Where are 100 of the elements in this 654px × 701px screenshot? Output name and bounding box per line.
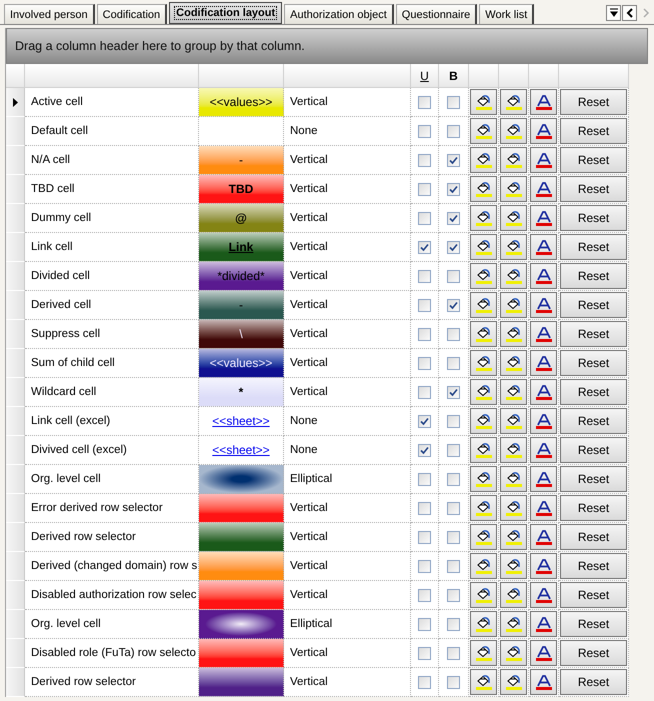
checkbox[interactable] — [447, 414, 460, 428]
font-color-button[interactable] — [530, 466, 557, 492]
back-color-button[interactable] — [470, 379, 497, 405]
checkbox[interactable] — [418, 240, 431, 254]
checkbox[interactable] — [418, 386, 431, 398]
checkbox[interactable] — [447, 588, 460, 602]
fill-color-button[interactable] — [500, 524, 527, 550]
checkbox[interactable] — [418, 96, 431, 108]
reset-button[interactable]: Reset — [560, 408, 627, 434]
font-color-button[interactable] — [530, 292, 557, 318]
back-color-button[interactable] — [470, 176, 497, 202]
back-color-button[interactable] — [470, 263, 497, 289]
fill-color-button[interactable] — [500, 495, 527, 521]
back-color-button[interactable] — [470, 292, 497, 318]
column-header[interactable]: U — [411, 64, 439, 88]
font-color-button[interactable] — [530, 89, 557, 115]
reset-button[interactable]: Reset — [560, 176, 627, 202]
back-color-button[interactable] — [470, 466, 497, 492]
back-color-button[interactable] — [470, 524, 497, 550]
checkbox[interactable] — [447, 646, 460, 660]
checkbox[interactable] — [447, 154, 460, 166]
back-color-button[interactable] — [470, 147, 497, 173]
checkbox[interactable] — [447, 386, 460, 398]
font-color-button[interactable] — [530, 118, 557, 144]
back-color-button[interactable] — [470, 669, 497, 695]
reset-button[interactable]: Reset — [560, 379, 627, 405]
tab[interactable]: Authorization object — [284, 4, 394, 24]
font-color-button[interactable] — [530, 408, 557, 434]
fill-color-button[interactable] — [500, 234, 527, 260]
checkbox[interactable] — [447, 356, 460, 370]
reset-button[interactable]: Reset — [560, 437, 627, 463]
checkbox[interactable] — [447, 328, 460, 340]
font-color-button[interactable] — [530, 321, 557, 347]
back-color-button[interactable] — [470, 640, 497, 666]
back-color-button[interactable] — [470, 437, 497, 463]
column-header[interactable]: B — [439, 64, 469, 88]
fill-color-button[interactable] — [500, 176, 527, 202]
fill-color-button[interactable] — [500, 205, 527, 231]
fill-color-button[interactable] — [500, 553, 527, 579]
reset-button[interactable]: Reset — [560, 582, 627, 608]
checkbox[interactable] — [447, 212, 460, 224]
fill-color-button[interactable] — [500, 408, 527, 434]
scroll-left-button[interactable] — [622, 5, 637, 21]
reset-button[interactable]: Reset — [560, 234, 627, 260]
back-color-button[interactable] — [470, 321, 497, 347]
tab[interactable]: Codification — [96, 4, 168, 24]
tab[interactable]: Work list — [479, 4, 534, 24]
tab[interactable]: Involved person — [4, 4, 95, 24]
fill-color-button[interactable] — [500, 321, 527, 347]
fill-color-button[interactable] — [500, 640, 527, 666]
checkbox[interactable] — [418, 560, 431, 572]
reset-button[interactable]: Reset — [560, 147, 627, 173]
reset-button[interactable]: Reset — [560, 611, 627, 637]
font-color-button[interactable] — [530, 640, 557, 666]
tab[interactable]: Codification layout — [169, 2, 282, 24]
font-color-button[interactable] — [530, 234, 557, 260]
reset-button[interactable]: Reset — [560, 292, 627, 318]
checkbox[interactable] — [447, 560, 460, 572]
checkbox[interactable] — [447, 270, 460, 282]
reset-button[interactable]: Reset — [560, 89, 627, 115]
fill-color-button[interactable] — [500, 611, 527, 637]
fill-color-button[interactable] — [500, 292, 527, 318]
checkbox[interactable] — [418, 530, 431, 544]
font-color-button[interactable] — [530, 669, 557, 695]
reset-button[interactable]: Reset — [560, 466, 627, 492]
fill-color-button[interactable] — [500, 118, 527, 144]
checkbox[interactable] — [418, 414, 431, 428]
fill-color-button[interactable] — [500, 379, 527, 405]
font-color-button[interactable] — [530, 437, 557, 463]
checkbox[interactable] — [418, 502, 431, 514]
checkbox[interactable] — [447, 182, 460, 196]
checkbox[interactable] — [418, 154, 431, 166]
reset-button[interactable]: Reset — [560, 205, 627, 231]
checkbox[interactable] — [418, 212, 431, 224]
back-color-button[interactable] — [470, 408, 497, 434]
checkbox[interactable] — [418, 618, 431, 630]
row-selector[interactable] — [6, 88, 25, 117]
checkbox[interactable] — [418, 472, 431, 486]
checkbox[interactable] — [418, 646, 431, 660]
group-by-panel[interactable]: Drag a column header here to group by that column. — [6, 28, 648, 64]
checkbox[interactable] — [447, 472, 460, 486]
font-color-button[interactable] — [530, 205, 557, 231]
reset-button[interactable]: Reset — [560, 321, 627, 347]
reset-button[interactable]: Reset — [560, 640, 627, 666]
back-color-button[interactable] — [470, 234, 497, 260]
fill-color-button[interactable] — [500, 582, 527, 608]
reset-button[interactable]: Reset — [560, 524, 627, 550]
checkbox[interactable] — [447, 618, 460, 630]
tab[interactable]: Questionnaire — [396, 4, 478, 24]
back-color-button[interactable] — [470, 582, 497, 608]
checkbox[interactable] — [418, 444, 431, 456]
fill-color-button[interactable] — [500, 89, 527, 115]
checkbox[interactable] — [447, 124, 460, 138]
reset-button[interactable]: Reset — [560, 669, 627, 695]
checkbox[interactable] — [447, 444, 460, 456]
checkbox[interactable] — [447, 240, 460, 254]
checkbox[interactable] — [418, 298, 431, 312]
fill-color-button[interactable] — [500, 263, 527, 289]
font-color-button[interactable] — [530, 350, 557, 376]
back-color-button[interactable] — [470, 118, 497, 144]
